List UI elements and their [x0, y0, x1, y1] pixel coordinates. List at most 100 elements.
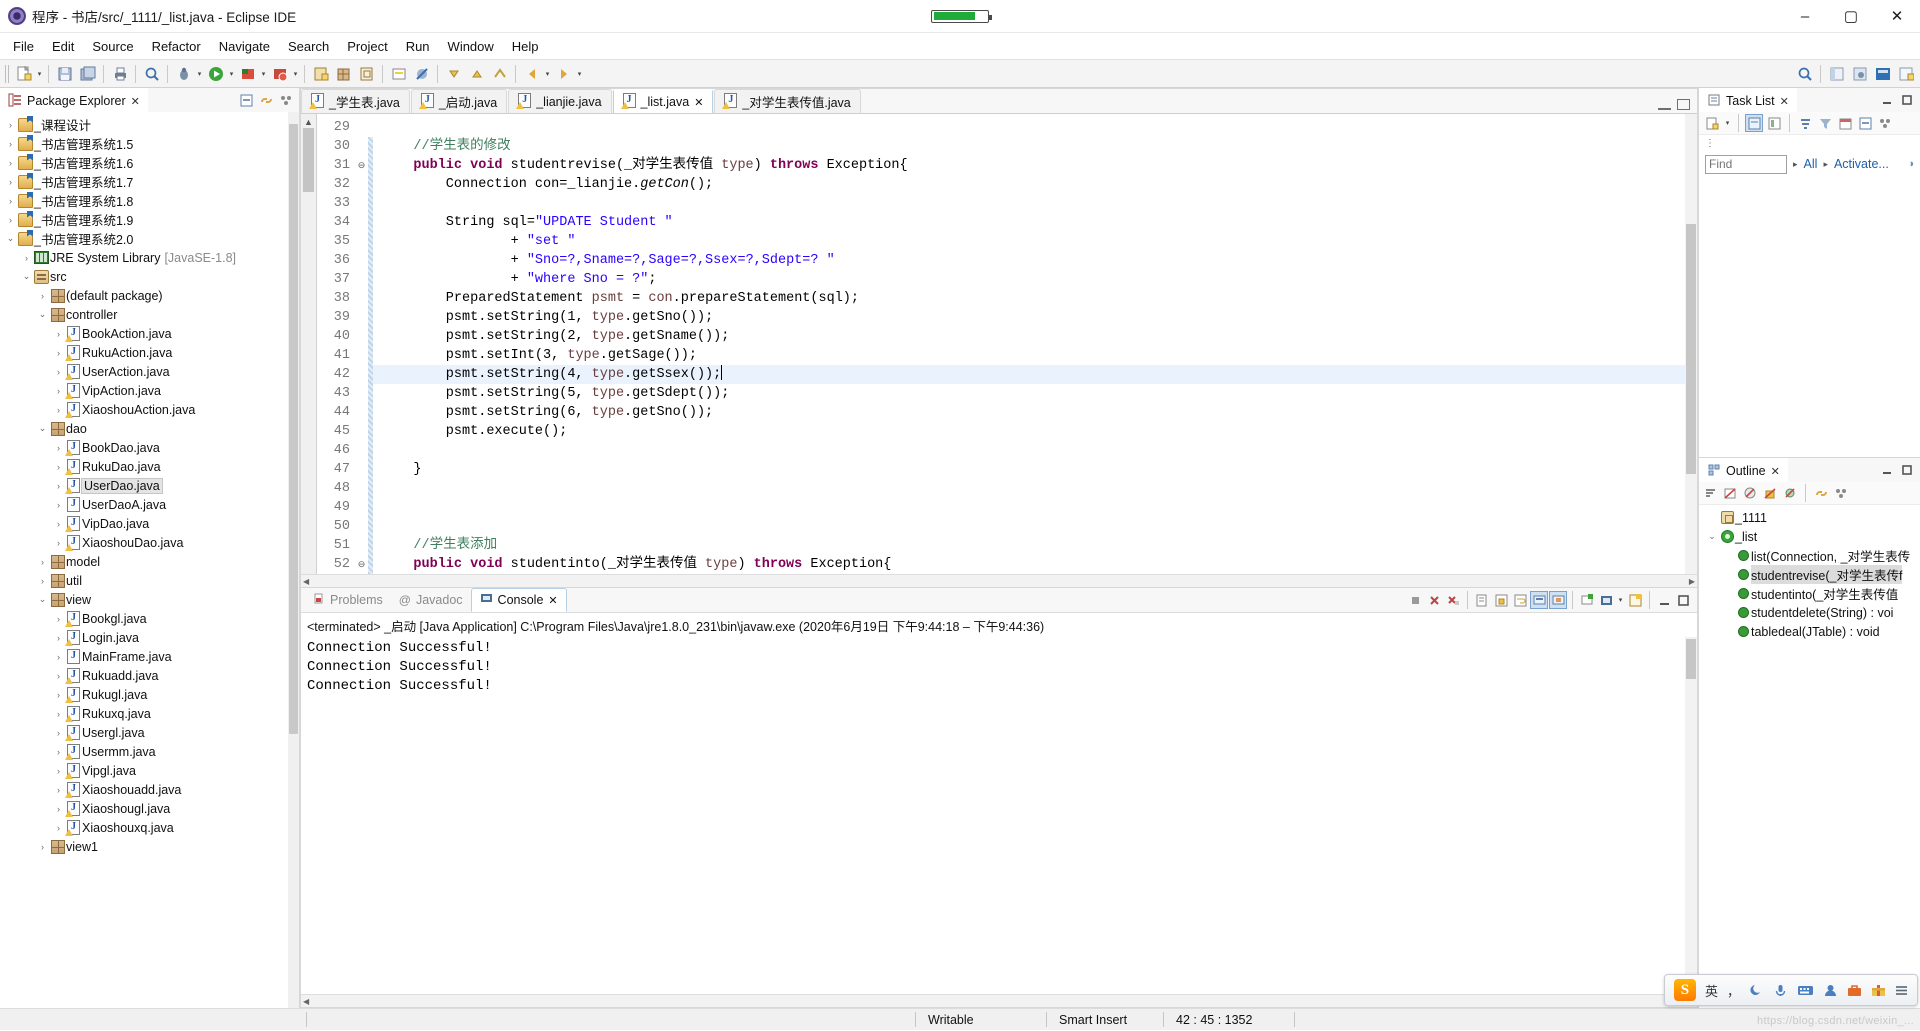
- hide-nonpublic-icon[interactable]: [1761, 484, 1779, 502]
- code-line[interactable]: psmt.setInt(3, type.getSage());: [373, 346, 1697, 365]
- editor-tab[interactable]: _学生表.java: [301, 89, 410, 113]
- scroll-left-icon[interactable]: ◀: [303, 577, 309, 586]
- tree-item[interactable]: › VipAction.java: [0, 381, 299, 400]
- forward-dropdown-icon[interactable]: ▾: [575, 63, 584, 84]
- code-line[interactable]: }: [373, 460, 1697, 479]
- debug-icon[interactable]: [173, 63, 194, 84]
- new-icon[interactable]: [13, 63, 34, 84]
- previous-annotation-icon[interactable]: [466, 63, 487, 84]
- outline-tree[interactable]: _1111 ⌄ _list list(Connection, _对学生表传 studen…: [1699, 505, 1920, 1008]
- tree-item[interactable]: › Usermm.java: [0, 742, 299, 761]
- code-line[interactable]: //学生表添加: [373, 536, 1697, 555]
- tree-item[interactable]: ⌄ src: [0, 267, 299, 286]
- close-icon[interactable]: ✕: [1780, 95, 1789, 108]
- tree-item[interactable]: › XiaoshouAction.java: [0, 400, 299, 419]
- forward-icon[interactable]: [553, 63, 574, 84]
- chevron-right-icon[interactable]: ▸: [1793, 159, 1798, 170]
- expand-arrow-icon[interactable]: ›: [52, 728, 65, 738]
- tree-item[interactable]: › VipDao.java: [0, 514, 299, 533]
- expand-arrow-icon[interactable]: ›: [52, 519, 65, 529]
- tree-item[interactable]: › UserDaoA.java: [0, 495, 299, 514]
- new-console-view-icon[interactable]: [1597, 591, 1615, 609]
- ime-mode-label[interactable]: 英: [1705, 981, 1718, 1000]
- editor-body[interactable]: ▲ 29 30 31 32 33 34 35 36 37 38 39 40 41 42 43 44 45 46 47…: [301, 114, 1697, 574]
- debug-dropdown-icon[interactable]: ▾: [195, 63, 204, 84]
- expand-arrow-icon[interactable]: ›: [52, 690, 65, 700]
- console-horizontal-scrollbar[interactable]: ◀ ▶: [301, 994, 1697, 1007]
- console-output[interactable]: Connection Successful! Connection Success…: [301, 637, 1697, 994]
- fold-marker[interactable]: [355, 536, 368, 555]
- fold-marker[interactable]: [355, 460, 368, 479]
- tree-item[interactable]: › model: [0, 552, 299, 571]
- back-dropdown-icon[interactable]: ▾: [543, 63, 552, 84]
- sort-icon[interactable]: [1701, 484, 1719, 502]
- code-line[interactable]: + "Sno=?,Sname=?,Sage=?,Ssex=?,Sdept=? ": [373, 251, 1697, 270]
- presentation-icon[interactable]: [1765, 114, 1783, 132]
- toolbar-grip[interactable]: [5, 64, 10, 83]
- link-with-editor-icon[interactable]: [1812, 484, 1830, 502]
- minimize-button[interactable]: –: [1782, 0, 1828, 33]
- expand-arrow-icon[interactable]: ›: [36, 291, 49, 301]
- expand-arrow-icon[interactable]: ⌄: [36, 309, 49, 320]
- display-selected-console-icon[interactable]: [1549, 591, 1567, 609]
- run-icon[interactable]: [205, 63, 226, 84]
- fold-marker[interactable]: [355, 251, 368, 270]
- console-menu-dropdown-icon[interactable]: ▾: [1616, 590, 1625, 611]
- menu-item-window[interactable]: Window: [439, 36, 503, 57]
- expand-arrow-icon[interactable]: ⌄: [4, 233, 17, 244]
- fold-marker[interactable]: [355, 517, 368, 536]
- tree-item[interactable]: › _书店管理系统1.7: [0, 172, 299, 191]
- fold-marker[interactable]: [355, 137, 368, 156]
- code-line[interactable]: Connection con=_lianjie.getCon();: [373, 175, 1697, 194]
- expand-arrow-icon[interactable]: ›: [52, 443, 65, 453]
- remove-launch-icon[interactable]: [1425, 591, 1443, 609]
- tree-item[interactable]: › view1: [0, 837, 299, 856]
- code-line[interactable]: [373, 118, 1697, 137]
- expand-arrow-icon[interactable]: ⌄: [1705, 531, 1719, 542]
- fold-marker[interactable]: [355, 213, 368, 232]
- fold-marker[interactable]: [355, 327, 368, 346]
- fold-marker[interactable]: [355, 346, 368, 365]
- outline-item[interactable]: ⌄ _list: [1699, 527, 1920, 546]
- maximize-icon[interactable]: [1898, 91, 1916, 109]
- menu-item-refactor[interactable]: Refactor: [143, 36, 210, 57]
- menu-item-edit[interactable]: Edit: [43, 36, 83, 57]
- code-line[interactable]: public void studentinto(_对学生表传值 type) th…: [373, 555, 1697, 574]
- close-icon[interactable]: ✕: [548, 594, 557, 607]
- fold-marker[interactable]: [355, 479, 368, 498]
- expand-arrow-icon[interactable]: ›: [52, 348, 65, 358]
- fold-marker[interactable]: ⊖: [355, 555, 368, 574]
- tree-item[interactable]: › Rukuadd.java: [0, 666, 299, 685]
- expand-arrow-icon[interactable]: ›: [52, 671, 65, 681]
- skip-breakpoints-icon[interactable]: [411, 63, 432, 84]
- run-external-dropdown-icon[interactable]: ▾: [259, 63, 268, 84]
- tree-item[interactable]: › RukuAction.java: [0, 343, 299, 362]
- tab-outline[interactable]: Outline ✕: [1699, 458, 1788, 482]
- fold-marker[interactable]: [355, 422, 368, 441]
- expand-arrow-icon[interactable]: ›: [4, 196, 17, 206]
- minimize-icon[interactable]: [1878, 461, 1896, 479]
- outline-item[interactable]: studentinto(_对学生表传值: [1699, 584, 1920, 603]
- terminate-icon[interactable]: [1406, 591, 1424, 609]
- tab-package-explorer[interactable]: Package Explorer ✕: [0, 88, 148, 112]
- minimize-console-icon[interactable]: [1655, 591, 1673, 609]
- code-line[interactable]: [373, 441, 1697, 460]
- code-line[interactable]: psmt.setString(5, type.getSdept());: [373, 384, 1697, 403]
- search-icon[interactable]: [141, 63, 162, 84]
- code-line[interactable]: [373, 517, 1697, 536]
- coverage-icon[interactable]: [269, 63, 290, 84]
- code-line[interactable]: psmt.setString(4, type.getSsex());: [373, 365, 1697, 384]
- menu-item-search[interactable]: Search: [279, 36, 338, 57]
- menu-item-source[interactable]: Source: [83, 36, 142, 57]
- tree-item[interactable]: › UserDao.java: [0, 476, 299, 495]
- expand-arrow-icon[interactable]: ›: [4, 139, 17, 149]
- editor-tab[interactable]: _启动.java: [410, 89, 508, 113]
- expand-arrow-icon[interactable]: ›: [52, 500, 65, 510]
- fold-marker[interactable]: [355, 308, 368, 327]
- save-icon[interactable]: [54, 63, 75, 84]
- perspective-java-icon[interactable]: [1826, 63, 1847, 84]
- tree-item[interactable]: › Bookgl.java: [0, 609, 299, 628]
- close-icon[interactable]: ✕: [131, 95, 140, 108]
- expand-arrow-icon[interactable]: ›: [4, 158, 17, 168]
- expand-arrow-icon[interactable]: ›: [36, 557, 49, 567]
